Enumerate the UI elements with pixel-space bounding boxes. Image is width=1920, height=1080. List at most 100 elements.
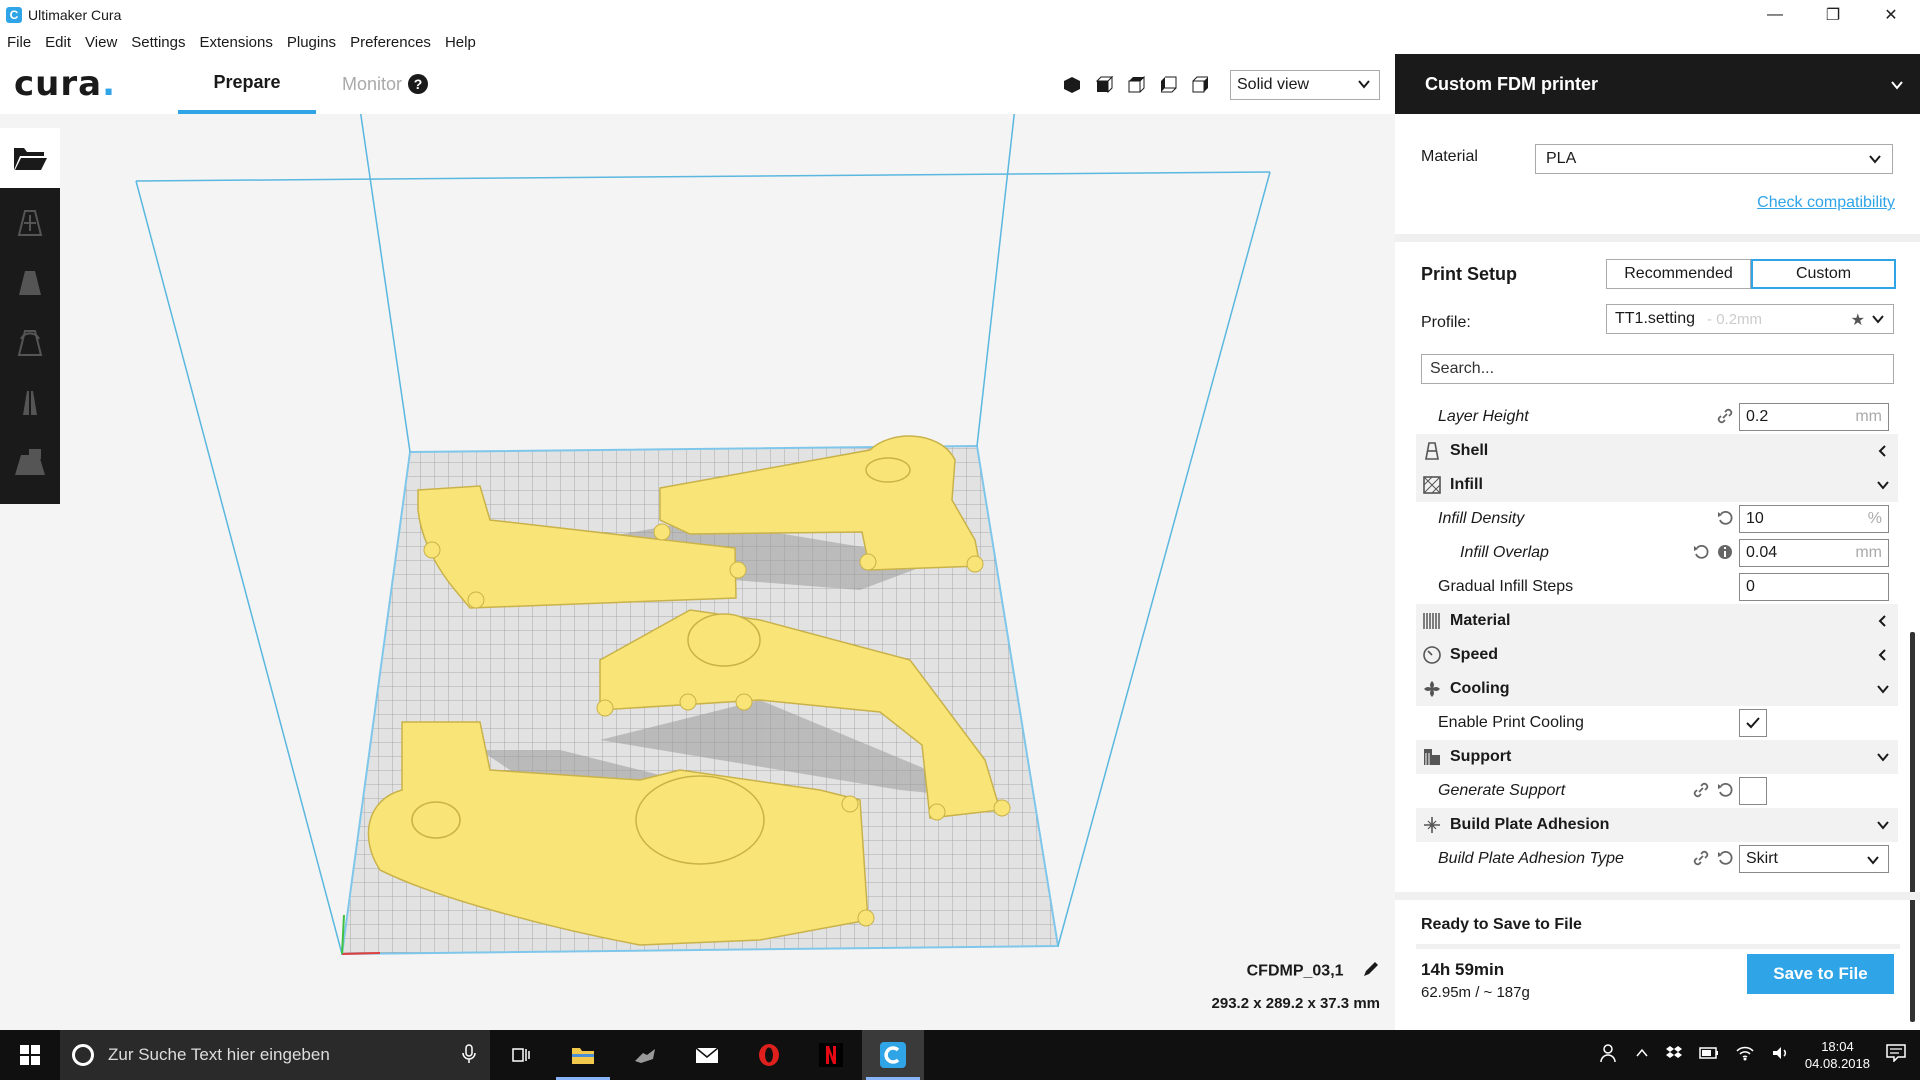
menu-preferences[interactable]: Preferences (343, 34, 438, 51)
dropbox-icon[interactable] (1665, 1045, 1683, 1066)
wifi-icon[interactable] (1735, 1045, 1755, 1066)
setting-adhesion-type: Build Plate Adhesion Type Skirt (1416, 842, 1898, 876)
category-adhesion[interactable]: Build Plate Adhesion (1416, 808, 1898, 842)
taskbar-cura[interactable] (862, 1030, 924, 1080)
tab-prepare[interactable]: Prepare (178, 54, 316, 114)
material-section: Material PLA Check compatibility (1395, 114, 1920, 234)
category-cooling[interactable]: Cooling (1416, 672, 1898, 706)
reset-icon[interactable] (1717, 782, 1733, 803)
edit-name-icon[interactable] (1362, 960, 1380, 983)
shell-icon (1420, 441, 1444, 461)
setting-enable-cooling: Enable Print Cooling (1416, 706, 1898, 740)
generate-support-checkbox[interactable] (1739, 777, 1767, 805)
settings-search-input[interactable] (1421, 354, 1894, 384)
adhesion-type-select[interactable]: Skirt (1739, 845, 1889, 873)
system-clock[interactable]: 18:04 04.08.2018 (1805, 1038, 1870, 1072)
cura-taskbar-icon (880, 1042, 906, 1068)
category-label: Infill (1450, 476, 1483, 493)
tab-monitor-label: Monitor (342, 73, 403, 94)
chevron-left-icon (1876, 444, 1890, 463)
people-icon[interactable] (1599, 1043, 1619, 1068)
move-tool-button[interactable] (0, 192, 60, 252)
material-select[interactable]: PLA (1535, 144, 1893, 174)
category-label: Shell (1450, 442, 1489, 459)
microphone-icon[interactable] (462, 1044, 476, 1069)
printer-selector[interactable]: Custom FDM printer (1395, 54, 1920, 114)
minimize-button[interactable]: — (1746, 0, 1804, 30)
cura-logo: cura. (14, 64, 116, 104)
taskbar-app-tool[interactable] (614, 1030, 676, 1080)
save-to-file-button[interactable]: Save to File (1747, 954, 1894, 994)
view-3d-icon[interactable] (1060, 74, 1084, 96)
setting-icons (1673, 408, 1733, 429)
category-speed[interactable]: Speed (1416, 638, 1898, 672)
close-button[interactable]: ✕ (1862, 0, 1920, 30)
value-text: 0.2 (1746, 408, 1769, 425)
menu-extensions[interactable]: Extensions (192, 34, 279, 51)
infill-density-input[interactable]: 10% (1739, 505, 1889, 533)
maximize-button[interactable]: ❐ (1804, 0, 1862, 30)
speedometer-icon (1420, 645, 1444, 665)
link-icon[interactable] (1693, 850, 1709, 871)
chevron-up-icon[interactable] (1635, 1046, 1649, 1065)
battery-icon[interactable] (1699, 1046, 1719, 1065)
menu-plugins[interactable]: Plugins (280, 34, 343, 51)
category-material[interactable]: Material (1416, 604, 1898, 638)
chevron-down-icon (1876, 818, 1890, 837)
menu-help[interactable]: Help (438, 34, 483, 51)
enable-cooling-checkbox[interactable] (1739, 709, 1767, 737)
reset-icon[interactable] (1693, 544, 1709, 565)
info-icon[interactable] (1717, 544, 1733, 565)
task-view-button[interactable] (490, 1030, 552, 1080)
view-left-icon[interactable] (1156, 74, 1180, 96)
profile-select[interactable]: TT1.setting - 0.2mm ★ (1606, 304, 1894, 334)
layer-height-input[interactable]: 0.2 mm (1739, 403, 1889, 431)
object-info: CFDMP_03,1 293.2 x 289.2 x 37.3 mm (1212, 960, 1380, 1012)
taskbar-explorer[interactable] (552, 1030, 614, 1080)
tab-recommended[interactable]: Recommended (1606, 259, 1751, 289)
menu-file[interactable]: File (0, 34, 38, 51)
tab-monitor[interactable]: Monitor ? (342, 54, 429, 114)
link-icon[interactable] (1717, 408, 1733, 429)
3d-viewport[interactable] (0, 114, 1395, 1030)
infill-overlap-input[interactable]: 0.04 mm (1739, 539, 1889, 567)
build-volume-scene[interactable] (0, 114, 1395, 1030)
setting-label: Infill Density (1438, 510, 1525, 527)
view-right-icon[interactable] (1188, 74, 1212, 96)
setting-generate-support: Generate Support (1416, 774, 1898, 808)
category-infill[interactable]: Infill (1416, 468, 1898, 502)
menu-edit[interactable]: Edit (38, 34, 78, 51)
taskbar-netflix[interactable] (800, 1030, 862, 1080)
volume-icon[interactable] (1771, 1045, 1789, 1066)
category-support[interactable]: Support (1416, 740, 1898, 774)
reset-icon[interactable] (1717, 510, 1733, 531)
start-button[interactable] (0, 1030, 60, 1080)
reset-icon[interactable] (1717, 850, 1733, 871)
scale-tool-button[interactable] (0, 252, 60, 312)
menu-view[interactable]: View (78, 34, 124, 51)
taskbar-mail[interactable] (676, 1030, 738, 1080)
setting-label: Gradual Infill Steps (1438, 578, 1574, 595)
mirror-tool-button[interactable] (0, 372, 60, 432)
logo-text: cura (14, 64, 103, 104)
tab-custom[interactable]: Custom (1751, 259, 1896, 289)
category-label: Material (1450, 612, 1511, 629)
check-compatibility-link[interactable]: Check compatibility (1757, 194, 1895, 212)
open-file-button[interactable] (0, 128, 60, 188)
taskbar-opera[interactable] (738, 1030, 800, 1080)
taskbar-search[interactable]: Zur Suche Text hier eingeben (60, 1030, 490, 1080)
view-mode-select[interactable]: Solid view (1230, 70, 1380, 100)
rotate-tool-button[interactable] (0, 312, 60, 372)
star-icon[interactable]: ★ (1851, 310, 1865, 330)
menu-settings[interactable]: Settings (124, 34, 192, 51)
profile-value: TT1.setting (1615, 310, 1696, 327)
view-front-icon[interactable] (1092, 74, 1116, 96)
gradual-infill-input[interactable]: 0 (1739, 573, 1889, 601)
view-top-icon[interactable] (1124, 74, 1148, 96)
link-icon[interactable] (1693, 782, 1709, 803)
notifications-icon[interactable] (1886, 1043, 1906, 1067)
help-icon[interactable]: ? (408, 74, 429, 94)
setting-gradual-infill: Gradual Infill Steps 0 (1416, 570, 1898, 604)
category-shell[interactable]: Shell (1416, 434, 1898, 468)
support-blocker-tool-button[interactable] (0, 432, 60, 492)
